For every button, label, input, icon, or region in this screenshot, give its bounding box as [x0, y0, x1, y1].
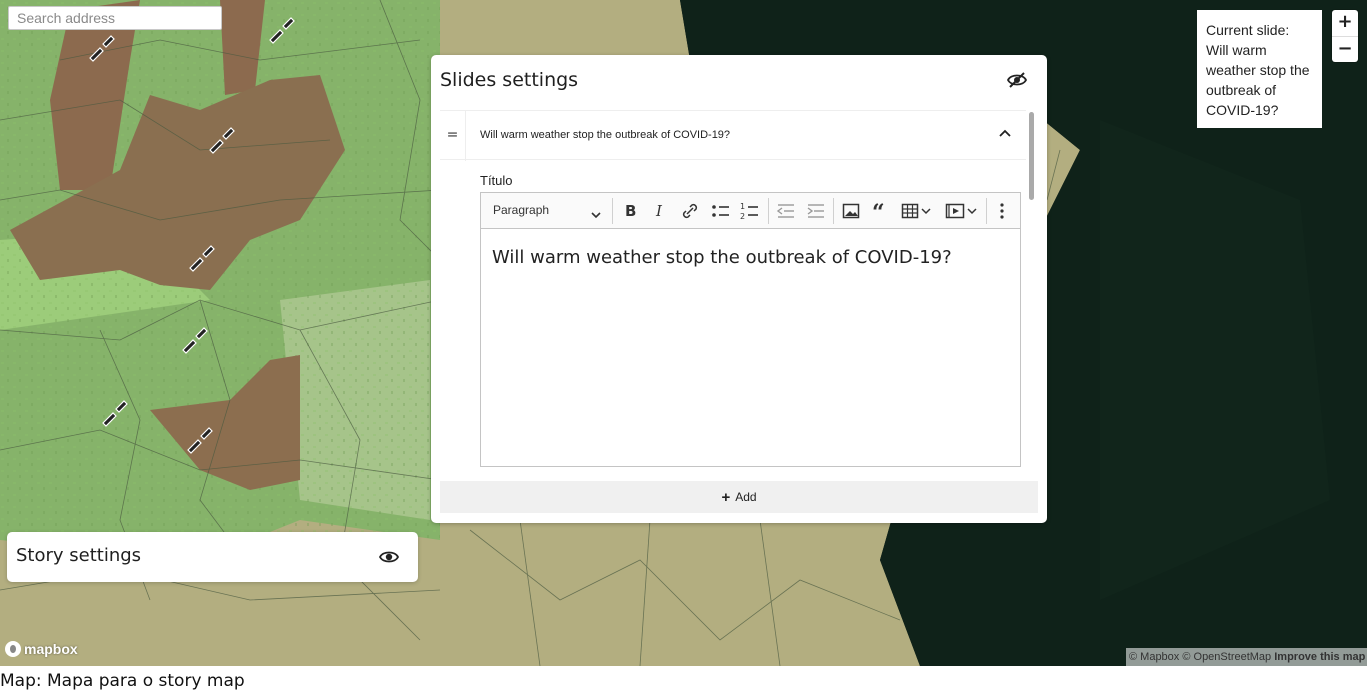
indent-icon[interactable] [806, 200, 826, 222]
toolbar-divider [986, 198, 987, 224]
add-slide-button[interactable]: + Add [440, 481, 1038, 513]
outdent-icon[interactable] [776, 200, 796, 222]
story-settings-title: Story settings [16, 545, 142, 566]
add-label: Add [735, 490, 757, 504]
toolbar-divider [768, 198, 769, 224]
zoom-control: + − [1332, 10, 1358, 62]
map-caption: Map: Mapa para o story map [0, 671, 245, 691]
map-attribution: © Mapbox © OpenStreetMap Improve this ma… [1126, 648, 1367, 666]
svg-text:2: 2 [740, 212, 745, 221]
more-icon[interactable] [996, 200, 1008, 222]
blockquote-icon[interactable]: “ [872, 200, 890, 222]
search-address-input[interactable] [8, 6, 222, 30]
bulleted-list-icon[interactable] [711, 200, 731, 222]
slides-settings-panel: Slides settings = Will warm weather stop… [431, 55, 1047, 523]
slide-header[interactable]: = Will warm weather stop the outbreak of… [440, 110, 1026, 161]
panel-title: Slides settings [440, 69, 579, 91]
paragraph-select[interactable]: Paragraph [493, 203, 549, 217]
image-icon[interactable] [842, 200, 860, 222]
field-label-titulo: Título [480, 173, 513, 188]
editor-toolbar: Paragraph B I 12 “ [481, 193, 1020, 229]
svg-text:1: 1 [740, 202, 745, 211]
plus-icon: + [721, 489, 731, 506]
rich-text-editor: Paragraph B I 12 “ Will warm weather sto… [480, 192, 1021, 467]
mapbox-logo-text: mapbox [24, 641, 78, 657]
eye-icon[interactable] [378, 546, 400, 568]
improve-map-link[interactable]: Improve this map [1274, 651, 1365, 663]
mapbox-mark-icon [5, 641, 21, 657]
svg-text:“: “ [872, 200, 885, 222]
toolbar-divider [612, 198, 613, 224]
media-icon[interactable] [945, 200, 979, 222]
mapbox-logo[interactable]: mapbox [5, 641, 78, 657]
slide-header-title: Will warm weather stop the outbreak of C… [480, 129, 731, 141]
svg-text:B: B [625, 202, 636, 220]
attribution-text[interactable]: © Mapbox © OpenStreetMap [1129, 651, 1271, 663]
toolbar-divider [833, 198, 834, 224]
table-icon[interactable] [901, 200, 933, 222]
chevron-up-icon[interactable] [998, 125, 1018, 145]
story-settings-panel[interactable]: Story settings [7, 532, 418, 582]
chevron-down-icon[interactable] [591, 205, 601, 224]
panel-scrollbar[interactable] [1029, 112, 1034, 200]
current-slide-box: Current slide: Will warm weather stop th… [1197, 10, 1322, 128]
link-icon[interactable] [681, 200, 699, 222]
bold-icon[interactable]: B [623, 200, 639, 222]
italic-icon[interactable]: I [653, 200, 669, 222]
zoom-in-button[interactable]: + [1332, 10, 1358, 36]
numbered-list-icon[interactable]: 12 [740, 200, 760, 222]
drag-handle[interactable]: = [440, 111, 466, 161]
zoom-out-button[interactable]: − [1332, 36, 1358, 62]
eye-slash-icon[interactable] [1006, 69, 1032, 93]
editor-content[interactable]: Will warm weather stop the outbreak of C… [492, 247, 952, 268]
svg-text:I: I [655, 202, 663, 220]
